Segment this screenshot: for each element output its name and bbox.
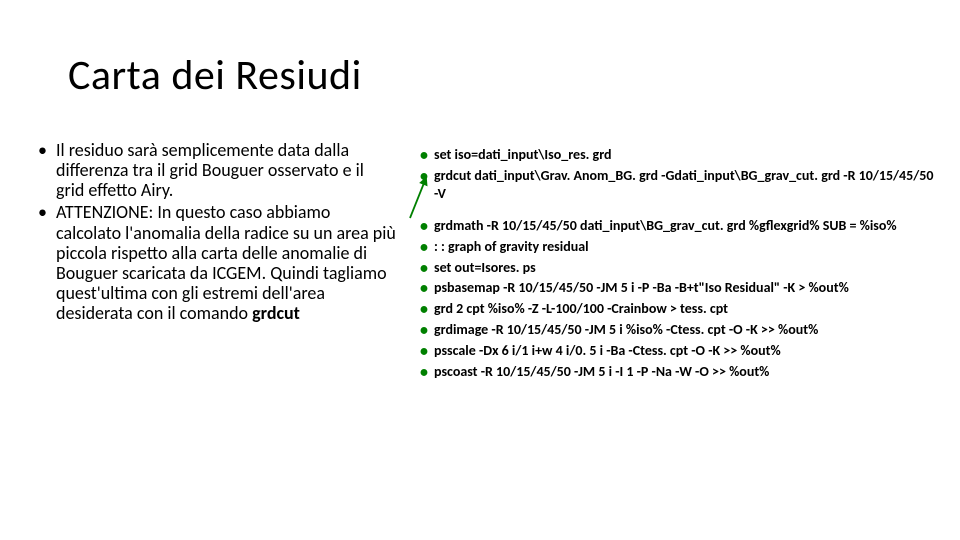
code-8b: -R 10/15/45/50 -JM 5 i %iso% -Ctess. cpt… — [491, 321, 818, 338]
code-3b: -R 10/15/45/50 dati_input\BG_grav_cut. g… — [487, 217, 897, 234]
code-2b: dati_input\Grav. Anom_BG. grd -Gdati_inp… — [434, 167, 933, 202]
slide-title: Carta dei Resiudi — [68, 50, 362, 101]
code-line-6: psbasemap -R 10/15/45/50 -JM 5 i -P -Ba … — [420, 279, 940, 297]
code-5: set out=Isores. ps — [434, 259, 536, 276]
code-9a: psscale — [434, 342, 479, 359]
left-bullet-1: Il residuo sarà semplicemente data dalla… — [38, 140, 396, 200]
left-bullet-2: ATTENZIONE: In questo caso abbiamo calco… — [38, 202, 396, 323]
code-2a: grdcut — [434, 167, 474, 184]
code-9b: -Dx 6 i/1 i+w 4 i/0. 5 i -Ba -Ctess. cpt… — [479, 342, 781, 359]
left-column: Il residuo sarà semplicemente data dalla… — [38, 140, 396, 325]
code-line-7: grd 2 cpt %iso% -Z -L-100/100 -Crainbow … — [420, 300, 940, 318]
left-text-2b: grdcut — [252, 302, 300, 324]
code-10b: -R 10/15/45/50 -JM 5 i -I 1 -P -Na -W -O… — [481, 363, 770, 380]
code-line-4: : : graph of gravity residual — [420, 238, 940, 256]
left-text-1: Il residuo sarà semplicemente data dalla… — [56, 139, 364, 201]
code-3a: grdmath — [434, 217, 487, 234]
code-line-1: set iso=dati_input\Iso_res. grd — [420, 146, 940, 164]
left-text-2a: ATTENZIONE: In questo caso abbiamo calco… — [56, 201, 396, 324]
code-10a: pscoast — [434, 363, 481, 380]
code-4: : : graph of gravity residual — [434, 238, 589, 255]
code-line-9: psscale -Dx 6 i/1 i+w 4 i/0. 5 i -Ba -Ct… — [420, 342, 940, 360]
code-line-5: set out=Isores. ps — [420, 259, 940, 277]
code-6b: -R 10/15/45/50 -JM 5 i -P -Ba -B+t"Iso R… — [503, 279, 849, 296]
code-line-2: grdcut dati_input\Grav. Anom_BG. grd -Gd… — [420, 167, 940, 203]
code-line-8: grdimage -R 10/15/45/50 -JM 5 i %iso% -C… — [420, 321, 940, 339]
code-7a: grd 2 cpt — [434, 300, 488, 317]
code-1: set iso=dati_input\Iso_res. grd — [434, 146, 612, 163]
slide: Carta dei Resiudi Il residuo sarà sempli… — [0, 0, 960, 540]
code-8a: grdimage — [434, 321, 491, 338]
code-7b: %iso% -Z -L-100/100 -Crainbow > tess. cp… — [488, 300, 728, 317]
code-line-10: pscoast -R 10/15/45/50 -JM 5 i -I 1 -P -… — [420, 363, 940, 381]
code-line-3: grdmath -R 10/15/45/50 dati_input\BG_gra… — [420, 217, 940, 235]
code-6a: psbasemap — [434, 279, 503, 296]
right-column: set iso=dati_input\Iso_res. grd grdcut d… — [420, 146, 940, 384]
